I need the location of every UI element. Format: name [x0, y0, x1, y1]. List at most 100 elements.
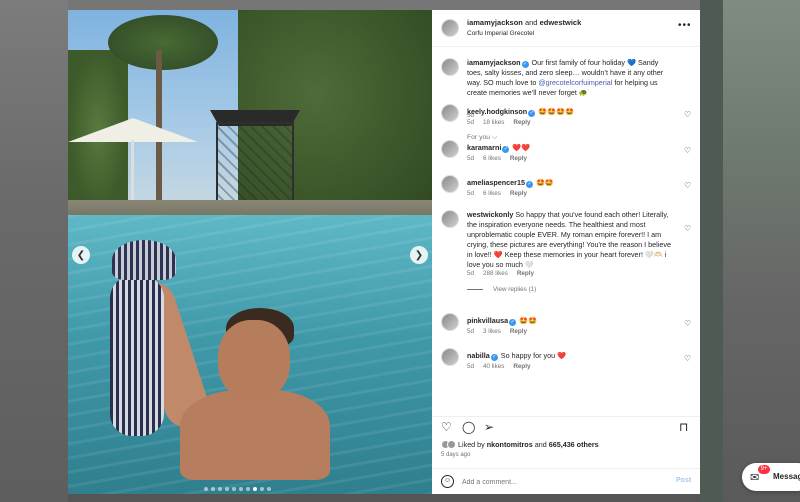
view-replies-button[interactable]: View replies (1) — [467, 286, 536, 293]
messages-button[interactable]: ✉ 9+ Messages — [742, 463, 800, 491]
coauthor-username[interactable]: edwestwick — [540, 18, 582, 27]
comment-button[interactable]: ◯ — [462, 420, 475, 434]
comment-text: nabilla ✓ So happy for you ❤️ — [467, 351, 675, 361]
verified-badge-icon: ✓ — [502, 146, 510, 153]
author-avatar[interactable] — [441, 19, 459, 37]
carousel-next-button[interactable]: ❯ — [410, 246, 428, 264]
commenter-avatar[interactable] — [441, 104, 459, 122]
comment-time: 5d — [467, 119, 475, 126]
carousel-dot — [267, 487, 271, 491]
comment-likes[interactable]: 288 likes — [483, 270, 508, 277]
commenter-avatar[interactable] — [441, 140, 459, 158]
comment-like-button[interactable]: ♡ — [684, 319, 691, 328]
liked-by-prefix: Liked by — [458, 440, 487, 449]
comment-likes[interactable]: 3 likes — [483, 328, 501, 335]
commenter-username[interactable]: ameliaspencer15 — [467, 178, 525, 187]
carousel-dot — [260, 487, 264, 491]
reply-button[interactable]: Reply — [513, 119, 530, 126]
emoji-button[interactable]: ☺ — [441, 475, 454, 488]
save-button[interactable]: ⊓ — [679, 420, 688, 434]
more-options-button[interactable]: ••• — [678, 20, 692, 31]
liked-by-user[interactable]: nkontomitros — [487, 440, 533, 449]
commenter-username[interactable]: keely.hodgkinson — [467, 107, 527, 116]
comment-likes[interactable]: 6 likes — [483, 155, 501, 162]
caption-avatar[interactable] — [441, 58, 459, 76]
share-button[interactable]: ➢ — [484, 420, 494, 434]
reply-button[interactable]: Reply — [517, 270, 534, 277]
comment-text: westwickonly So happy that you've found … — [467, 210, 675, 270]
reply-button[interactable]: Reply — [510, 328, 527, 335]
comment-likes[interactable]: 18 likes — [483, 119, 504, 126]
heart-icon: ♡ — [684, 110, 692, 119]
photo-man-body — [180, 390, 330, 480]
replies-line — [467, 289, 483, 290]
post-date: 5 days ago — [441, 452, 471, 458]
caption-mention-link[interactable]: @grecotelcorfuimperial — [538, 78, 612, 87]
comment-body: 🤩🤩 — [535, 178, 554, 187]
reply-button[interactable]: Reply — [513, 363, 530, 370]
liked-by-others[interactable]: 665,436 others — [549, 440, 599, 449]
carousel-dot — [232, 487, 236, 491]
comment-likes[interactable]: 40 likes — [483, 363, 504, 370]
for-you-filter[interactable]: For you ⌵ — [467, 134, 497, 142]
liker-avatar — [447, 440, 456, 449]
comment-like-button[interactable]: ♡ — [684, 110, 691, 119]
commenter-username[interactable]: karamarni — [467, 143, 501, 152]
comment-meta: 5d 40 likes Reply — [467, 363, 540, 370]
verified-badge-icon: ✓ — [490, 354, 498, 361]
carousel-dot — [253, 487, 257, 491]
comment-like-button[interactable]: ♡ — [684, 181, 691, 190]
photo-man-head — [218, 320, 290, 400]
author-username[interactable]: iamamyjackson — [467, 18, 523, 27]
comment-likes[interactable]: 6 likes — [483, 190, 501, 197]
liked-by-middle: and — [532, 440, 549, 449]
verified-badge-icon: ✓ — [525, 181, 533, 188]
photo-baby-hat — [112, 240, 176, 280]
comment-like-button[interactable]: ♡ — [684, 224, 691, 233]
verified-badge-icon: ✓ — [528, 110, 536, 117]
bookmark-icon: ⊓ — [679, 420, 689, 434]
carousel-dots — [204, 487, 271, 491]
post-authors: iamamyjackson and edwestwick — [467, 18, 581, 27]
carousel-prev-button[interactable]: ❮ — [72, 246, 90, 264]
commenter-avatar[interactable] — [441, 210, 459, 228]
comment-icon: ◯ — [462, 420, 476, 434]
commenter-username[interactable]: nabilla — [467, 351, 490, 360]
view-replies-label: View replies (1) — [493, 286, 537, 293]
commenter-avatar[interactable] — [441, 313, 459, 331]
commenter-username[interactable]: pinkvillausa — [467, 316, 508, 325]
commenter-username[interactable]: westwickonly — [467, 210, 513, 219]
comment-input[interactable] — [462, 476, 662, 488]
carousel-dot — [246, 487, 250, 491]
carousel-dot — [204, 487, 208, 491]
comment-body: 🤩🤩 — [519, 316, 538, 325]
smiley-icon: ☺ — [443, 477, 452, 484]
comment-like-button[interactable]: ♡ — [684, 146, 691, 155]
comment-body: 🤩🤩🤩🤩 — [538, 107, 574, 116]
post-location[interactable]: Corfu Imperial Grecotel — [467, 30, 534, 37]
reply-button[interactable]: Reply — [510, 190, 527, 197]
commenter-avatar[interactable] — [441, 348, 459, 366]
comment-body: ❤️❤️ — [512, 143, 531, 152]
carousel-dot — [225, 487, 229, 491]
photo-baby-body — [110, 276, 164, 436]
like-button[interactable]: ♡ — [441, 420, 452, 434]
heart-icon: ♡ — [684, 181, 692, 190]
caption-username[interactable]: iamamyjackson — [467, 58, 521, 67]
messages-badge: 9+ — [758, 465, 770, 474]
comments-list[interactable]: iamamyjackson ✓ Our first family of four … — [432, 48, 700, 416]
authors-joiner: and — [524, 18, 538, 27]
commenter-avatar[interactable] — [441, 175, 459, 193]
heart-icon: ♡ — [684, 224, 692, 233]
add-comment-bar: ☺ Post — [432, 468, 700, 494]
photo-baby — [106, 240, 176, 450]
background-post-left — [0, 0, 68, 502]
more-horizontal-icon: ••• — [678, 20, 692, 31]
reply-button[interactable]: Reply — [510, 155, 527, 162]
background-post-bottom — [68, 494, 700, 502]
comment-like-button[interactable]: ♡ — [684, 354, 691, 363]
comment-meta: 5d 3 likes Reply — [467, 328, 536, 335]
post-media[interactable]: ❮ ❯ — [68, 10, 432, 494]
post-comment-button[interactable]: Post — [676, 477, 691, 484]
carousel-dot — [239, 487, 243, 491]
